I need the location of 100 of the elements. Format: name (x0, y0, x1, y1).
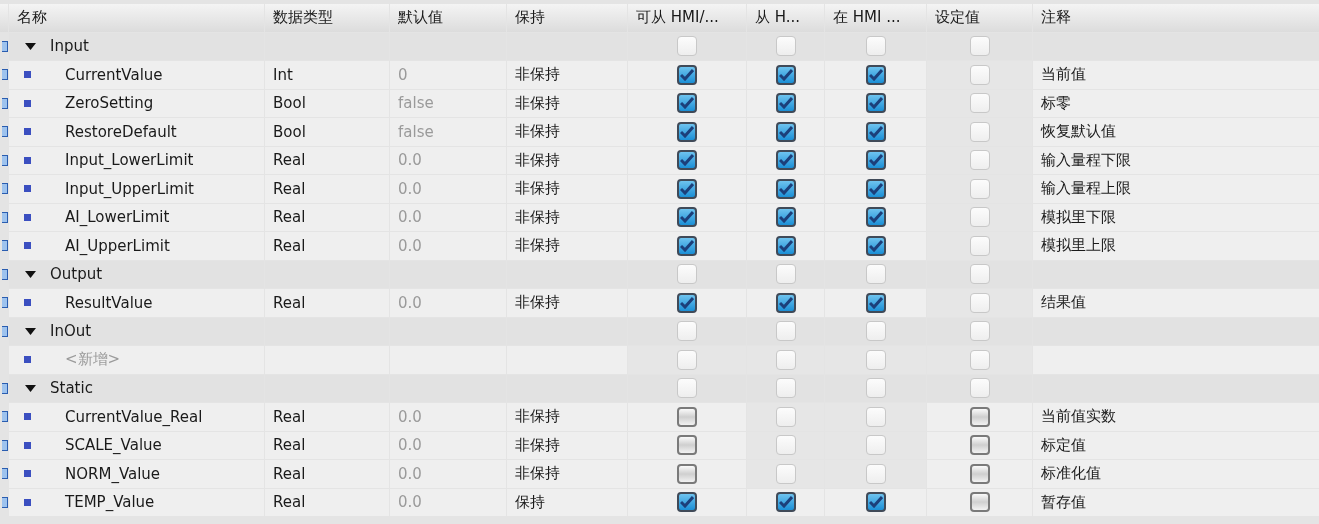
default-value: 0.0 (398, 493, 422, 512)
variable-icon (24, 185, 31, 193)
variable-icon (24, 470, 31, 478)
checkbox[interactable] (677, 207, 697, 228)
column-header[interactable]: 从 H... (747, 4, 824, 32)
section-name[interactable]: InOut (50, 322, 92, 341)
checkbox[interactable] (775, 64, 796, 85)
variable-name[interactable]: RestoreDefault (65, 122, 177, 141)
checkbox[interactable] (865, 150, 886, 171)
checkbox[interactable] (677, 150, 697, 171)
checkbox[interactable] (865, 492, 886, 513)
checkbox[interactable] (865, 292, 886, 313)
collapse-triangle-icon[interactable] (25, 42, 36, 50)
checkbox[interactable] (677, 121, 697, 142)
default-value: 0.0 (398, 208, 422, 227)
retain-setting: 非保持 (515, 293, 560, 313)
variable-name[interactable]: AI_UpperLimit (65, 236, 170, 255)
checkbox[interactable] (677, 406, 697, 427)
row-marker-icon (2, 240, 8, 252)
row-marker-icon (2, 154, 8, 166)
variable-icon (24, 356, 31, 364)
collapse-triangle-icon[interactable] (25, 270, 36, 278)
checkbox[interactable] (969, 492, 990, 513)
default-value: 0.0 (398, 151, 422, 170)
retain-setting: 保持 (515, 492, 545, 512)
section-name[interactable]: Static (50, 379, 93, 398)
row-marker-icon (2, 468, 8, 480)
variable-name[interactable]: Input_UpperLimit (65, 179, 194, 198)
comment: 标零 (1041, 93, 1071, 113)
default-value: false (398, 94, 434, 113)
checkbox[interactable] (969, 406, 990, 427)
comment: 模拟里下限 (1041, 207, 1116, 227)
column-header[interactable]: 保持 (507, 4, 627, 32)
variable-name[interactable]: AI_LowerLimit (65, 208, 170, 227)
checkbox[interactable] (775, 235, 796, 256)
column-header[interactable]: 设定值 (927, 4, 1032, 32)
data-type: Real (273, 436, 306, 455)
variable-name[interactable]: SCALE_Value (65, 436, 162, 455)
row-marker-icon (2, 183, 8, 195)
default-value: 0.0 (398, 436, 422, 455)
checkbox[interactable] (775, 292, 796, 313)
variable-name[interactable]: Input_LowerLimit (65, 151, 194, 170)
checkbox[interactable] (865, 121, 886, 142)
checkbox[interactable] (775, 492, 796, 513)
data-type: Real (273, 407, 306, 426)
variable-name[interactable]: NORM_Value (65, 464, 161, 483)
variable-icon (24, 213, 31, 221)
checkbox[interactable] (775, 121, 796, 142)
data-type: Int (273, 65, 293, 84)
retain-setting: 非保持 (515, 435, 560, 455)
checkbox[interactable] (677, 292, 697, 313)
comment: 标准化值 (1041, 464, 1101, 484)
data-type: Bool (273, 122, 306, 141)
variable-name[interactable]: ResultValue (65, 293, 153, 312)
checkbox[interactable] (865, 178, 886, 199)
checkbox[interactable] (677, 64, 697, 85)
comment: 模拟里上限 (1041, 236, 1116, 256)
checkbox[interactable] (775, 178, 796, 199)
column-header[interactable]: 数据类型 (265, 4, 389, 32)
comment: 当前值实数 (1041, 407, 1116, 427)
retain-setting: 非保持 (515, 150, 560, 170)
variable-name[interactable]: CurrentValue_Real (65, 407, 203, 426)
retain-setting: 非保持 (515, 65, 560, 85)
retain-setting: 非保持 (515, 464, 560, 484)
checkbox[interactable] (775, 207, 796, 228)
retain-setting: 非保持 (515, 236, 560, 256)
row-marker-icon (2, 126, 8, 138)
variable-name[interactable]: TEMP_Value (65, 493, 155, 512)
checkbox[interactable] (677, 93, 697, 114)
checkbox[interactable] (677, 178, 697, 199)
column-header[interactable]: 可从 HMI/... (628, 4, 746, 32)
collapse-triangle-icon[interactable] (25, 384, 36, 392)
collapse-triangle-icon[interactable] (25, 327, 36, 335)
checkbox[interactable] (677, 435, 697, 456)
column-header[interactable]: 默认值 (390, 4, 506, 32)
default-value: 0.0 (398, 293, 422, 312)
checkbox[interactable] (969, 435, 990, 456)
checkbox[interactable] (677, 492, 697, 513)
section-name[interactable]: Output (50, 265, 103, 284)
retain-setting: 非保持 (515, 93, 560, 113)
checkbox[interactable] (775, 150, 796, 171)
checkbox[interactable] (677, 235, 697, 256)
data-type: Real (273, 236, 306, 255)
checkbox[interactable] (775, 93, 796, 114)
checkbox[interactable] (677, 463, 697, 484)
variable-name[interactable]: CurrentValue (65, 65, 163, 84)
checkbox[interactable] (865, 235, 886, 256)
checkbox[interactable] (865, 64, 886, 85)
variable-icon (24, 99, 31, 107)
checkbox[interactable] (969, 463, 990, 484)
column-header[interactable]: 在 HMI ... (825, 4, 926, 32)
checkbox[interactable] (865, 207, 886, 228)
column-header[interactable]: 名称 (9, 4, 264, 32)
checkbox[interactable] (865, 93, 886, 114)
data-type: Real (273, 179, 306, 198)
variable-name[interactable]: ZeroSetting (65, 94, 154, 113)
data-type: Real (273, 208, 306, 227)
default-value: 0.0 (398, 179, 422, 198)
column-header[interactable]: 注释 (1033, 4, 1319, 32)
section-name[interactable]: Input (50, 37, 89, 56)
